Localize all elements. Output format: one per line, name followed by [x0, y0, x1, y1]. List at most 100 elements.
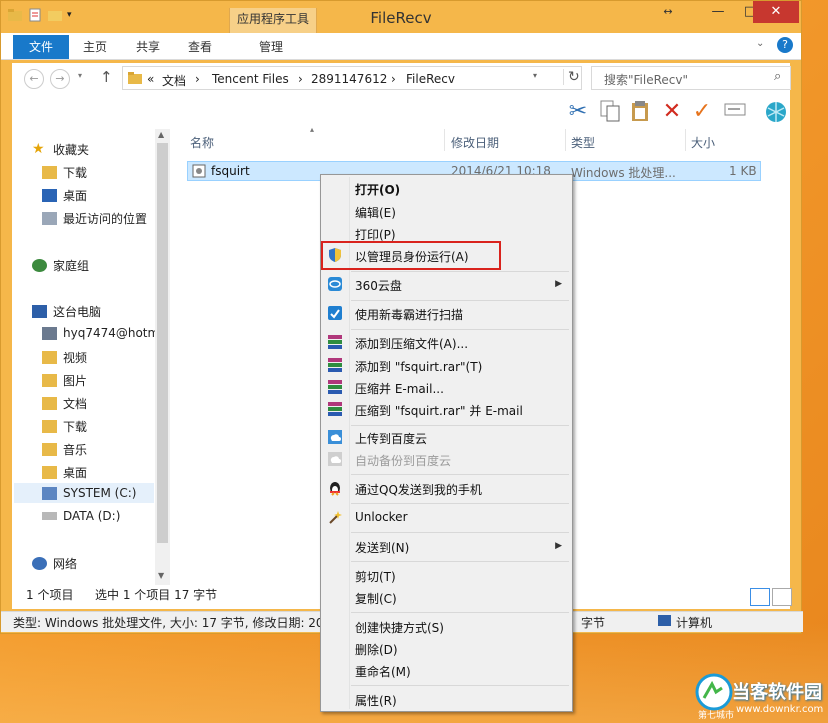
breadcrumb-filerecv[interactable]: FileRecv — [406, 72, 455, 86]
menu-item-upload-baidu[interactable]: 上传到百度云 — [355, 430, 427, 447]
menu-item-qq-send[interactable]: 通过QQ发送到我的手机 — [355, 481, 482, 498]
forward-button[interactable]: → — [50, 69, 70, 89]
column-name[interactable]: 名称 — [190, 134, 214, 151]
search-box[interactable]: 搜索"FileRecv" ⌕ — [591, 66, 791, 90]
breadcrumb-separator[interactable]: › — [195, 72, 200, 86]
minimize-button[interactable]: — — [701, 1, 735, 23]
details-location: 计算机 — [676, 616, 713, 630]
menu-item-rename[interactable]: 重命名(M) — [355, 663, 411, 680]
nav-downloads-pc[interactable]: 下载 — [42, 418, 87, 435]
breadcrumb-tencent-files[interactable]: Tencent Files — [212, 72, 289, 86]
menu-item-cut[interactable]: 剪切(T) — [355, 568, 396, 585]
system-drive-icon — [42, 486, 57, 500]
back-button[interactable]: ← — [24, 69, 44, 89]
menu-item-properties[interactable]: 属性(R) — [355, 692, 397, 709]
move-icon[interactable]: ↔ — [651, 1, 685, 23]
column-type[interactable]: 类型 — [571, 134, 595, 151]
menu-item-add-to-rar[interactable]: 添加到 "fsquirt.rar"(T) — [355, 358, 482, 375]
menu-item-unlocker[interactable]: Unlocker — [355, 510, 408, 524]
tab-home[interactable]: 主页 — [83, 38, 107, 55]
star-icon: ★ — [32, 141, 45, 157]
breadcrumb-separator[interactable]: › — [298, 72, 303, 86]
menu-item-open[interactable]: 打开(O) — [355, 181, 400, 198]
search-input[interactable]: 搜索"FileRecv" — [604, 71, 688, 88]
details-view-button[interactable] — [750, 588, 770, 606]
address-dropdown-icon[interactable]: ▾ — [533, 71, 537, 80]
close-button[interactable]: ✕ — [753, 1, 799, 23]
breadcrumb-separator[interactable]: › — [391, 72, 396, 86]
scissors-icon[interactable]: ✂ — [565, 99, 591, 125]
nav-pictures[interactable]: 图片 — [42, 372, 87, 389]
ribbon-collapse-icon[interactable]: ⌄ — [756, 38, 764, 49]
nav-homegroup[interactable]: 家庭组 — [32, 257, 89, 274]
rename-icon[interactable] — [722, 99, 748, 125]
menu-separator — [351, 561, 569, 562]
up-button[interactable]: ↑ — [100, 68, 113, 86]
nav-documents[interactable]: 文档 — [42, 395, 87, 412]
delete-icon[interactable]: ✕ — [659, 99, 685, 125]
menu-separator — [351, 329, 569, 330]
breadcrumb-overflow[interactable]: « — [147, 72, 154, 86]
column-date[interactable]: 修改日期 — [451, 134, 499, 151]
nav-desktop-pc[interactable]: 桌面 — [42, 464, 87, 481]
menu-item-send-to[interactable]: 发送到(N) — [355, 539, 409, 556]
computer-icon — [32, 305, 47, 318]
winrar-icon — [327, 357, 343, 373]
tab-view[interactable]: 查看 — [188, 38, 212, 55]
search-icon[interactable]: ⌕ — [774, 69, 781, 84]
nav-favorites[interactable]: ★ 收藏夹 — [32, 141, 89, 158]
shell-icon[interactable] — [763, 99, 789, 125]
nav-drive-d[interactable]: DATA (D:) — [42, 509, 120, 523]
large-icons-view-button[interactable] — [772, 588, 792, 606]
tab-file[interactable]: 文件 — [13, 35, 69, 59]
scrollbar-thumb[interactable] — [157, 143, 168, 543]
nav-downloads[interactable]: 下载 — [42, 164, 87, 181]
desktop-folder-icon — [42, 466, 57, 479]
copy-icon[interactable] — [597, 99, 623, 125]
column-divider[interactable] — [444, 129, 445, 151]
watermark-name: 当客软件园 — [732, 682, 822, 703]
menu-separator — [351, 271, 569, 272]
help-icon[interactable]: ? — [777, 37, 793, 53]
menu-item-create-shortcut[interactable]: 创建快捷方式(S) — [355, 619, 444, 636]
nav-this-pc[interactable]: 这台电脑 — [32, 303, 101, 320]
menu-item-compress-rar-email[interactable]: 压缩到 "fsquirt.rar" 并 E-mail — [355, 402, 523, 419]
nav-desktop[interactable]: 桌面 — [42, 187, 87, 204]
baidu-cloud-icon — [327, 451, 343, 467]
menu-item-duba-scan[interactable]: 使用新毒霸进行扫描 — [355, 306, 463, 323]
column-size[interactable]: 大小 — [691, 134, 715, 151]
menu-item-compress-email[interactable]: 压缩并 E-mail... — [355, 380, 444, 397]
scroll-down-icon[interactable]: ▼ — [158, 571, 164, 580]
menu-item-360-cloud[interactable]: 360云盘 — [355, 277, 402, 294]
recent-locations-icon[interactable]: ▾ — [78, 71, 82, 80]
cloud-360-icon — [327, 276, 343, 292]
address-path[interactable]: « 文档 › Tencent Files › 2891147612 › File… — [122, 66, 582, 90]
breadcrumb-account[interactable]: 2891147612 — [311, 72, 387, 86]
duba-scan-icon — [327, 305, 343, 321]
nav-music[interactable]: 音乐 — [42, 441, 87, 458]
ribbon-tabs: ⌄ ? — [1, 33, 801, 60]
nav-network[interactable]: 网络 — [32, 555, 77, 572]
menu-item-add-archive[interactable]: 添加到压缩文件(A)... — [355, 335, 468, 352]
nav-videos[interactable]: 视频 — [42, 349, 87, 366]
scroll-up-icon[interactable]: ▲ — [158, 130, 164, 139]
nav-drive-c[interactable]: SYSTEM (C:) — [42, 486, 136, 500]
check-icon[interactable]: ✓ — [689, 99, 715, 125]
nav-label: 家庭组 — [53, 259, 90, 273]
menu-item-delete[interactable]: 删除(D) — [355, 641, 398, 658]
nav-recent[interactable]: 最近访问的位置 — [42, 210, 147, 227]
menu-item-copy[interactable]: 复制(C) — [355, 590, 397, 607]
menu-item-edit[interactable]: 编辑(E) — [355, 204, 396, 221]
refresh-icon[interactable]: ↻ — [563, 69, 580, 85]
music-folder-icon — [42, 443, 57, 456]
breadcrumb-documents[interactable]: 文档 — [162, 72, 186, 89]
nav-label: 视频 — [63, 351, 88, 365]
paste-icon[interactable] — [627, 99, 653, 125]
column-divider[interactable] — [565, 129, 566, 151]
tab-manage[interactable]: 管理 — [259, 38, 283, 55]
column-divider[interactable] — [685, 129, 686, 151]
file-type: Windows 批处理... — [571, 166, 676, 180]
tab-share[interactable]: 共享 — [136, 38, 160, 55]
nav-onedrive-user[interactable]: hyq7474@hotm — [42, 326, 159, 340]
nav-scrollbar[interactable]: ▲ ▼ — [155, 129, 170, 585]
